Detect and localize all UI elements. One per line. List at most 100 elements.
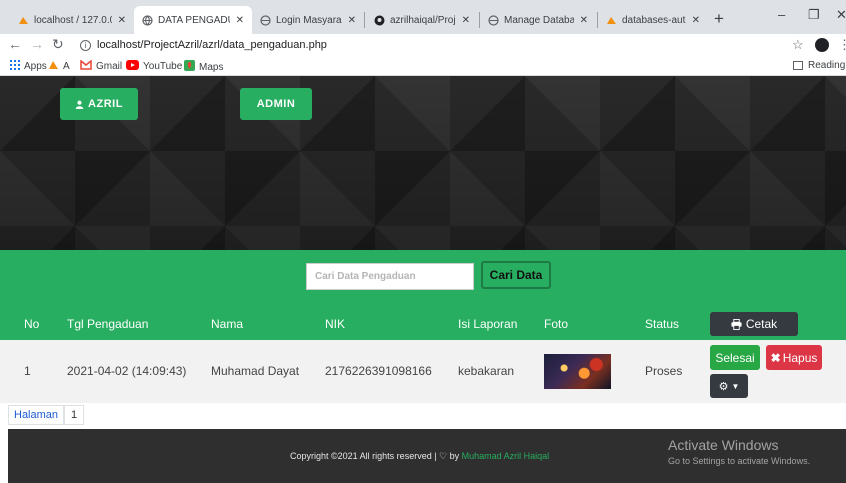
browser-toolbar: ← → ↻ i localhost/ProjectAzril/azrl/data… bbox=[0, 34, 846, 56]
tab-label: Login Masyarakat bbox=[276, 14, 342, 26]
reading-list[interactable]: Reading list bbox=[793, 60, 846, 71]
github-icon bbox=[374, 15, 385, 26]
bookmark-a[interactable]: A bbox=[48, 60, 70, 73]
minimize-icon[interactable]: – bbox=[778, 7, 785, 22]
settings-dropdown-button[interactable]: ⚙ ▼ bbox=[710, 374, 748, 398]
pagination: Halaman 1 bbox=[8, 405, 85, 425]
header-no: No bbox=[24, 317, 40, 331]
close-icon[interactable]: ✕ bbox=[692, 15, 700, 26]
bookmark-label: A bbox=[63, 61, 70, 72]
tab-label: azrilhaiqal/ProjectAz bbox=[390, 14, 456, 26]
header-isi: Isi Laporan bbox=[458, 317, 518, 331]
activate-windows-watermark: Activate Windows Go to Settings to activ… bbox=[668, 437, 810, 466]
bookmark-label: Maps bbox=[199, 61, 224, 73]
cetak-label: Cetak bbox=[745, 317, 778, 331]
profile-avatar-icon[interactable] bbox=[815, 38, 829, 52]
table-header: No Tgl Pengaduan Nama NIK Isi Laporan Fo… bbox=[0, 308, 846, 340]
hero-banner: AZRIL ADMIN bbox=[0, 76, 846, 250]
author-link[interactable]: Muhamad Azril Haiqal bbox=[462, 451, 550, 461]
admin-button-label: ADMIN bbox=[256, 98, 296, 110]
header-nik: NIK bbox=[325, 317, 346, 331]
tab-github[interactable]: azrilhaiqal/ProjectAz ✕ bbox=[366, 6, 478, 34]
admin-button[interactable]: ADMIN bbox=[240, 88, 312, 120]
caret-down-icon: ▼ bbox=[731, 381, 740, 391]
bookmark-maps[interactable]: Maps bbox=[184, 60, 223, 74]
address-bar[interactable]: i localhost/ProjectAzril/azrl/data_penga… bbox=[80, 36, 770, 54]
forward-arrow-icon[interactable]: → bbox=[30, 36, 44, 52]
maximize-icon[interactable]: ❐ bbox=[808, 7, 820, 23]
youtube-icon bbox=[126, 60, 139, 73]
times-icon: ✖ bbox=[770, 350, 781, 365]
search-button[interactable]: Cari Data bbox=[481, 261, 551, 289]
cell-tgl: 2021-04-02 (14:09:43) bbox=[67, 364, 187, 378]
pagination-label: Halaman bbox=[8, 405, 65, 425]
selesai-button[interactable]: Selesai bbox=[710, 345, 760, 370]
hapus-label: Hapus bbox=[782, 350, 818, 365]
close-icon[interactable]: ✕ bbox=[118, 15, 126, 26]
bookmark-star-icon[interactable]: ☆ bbox=[792, 37, 804, 53]
close-icon[interactable]: ✕ bbox=[236, 15, 244, 26]
bookmark-label: Gmail bbox=[96, 61, 123, 72]
tab-data-pengaduan[interactable]: DATA PENGADUAN ✕ bbox=[134, 6, 252, 34]
user-icon bbox=[75, 100, 84, 109]
bookmark-label: YouTube bbox=[143, 61, 183, 72]
bookmark-gmail[interactable]: Gmail bbox=[80, 59, 123, 73]
apps-grid-icon bbox=[10, 60, 20, 73]
cell-status: Proses bbox=[645, 364, 683, 378]
tab-phpmyadmin[interactable]: localhost / 127.0.0.1 ✕ bbox=[10, 6, 134, 34]
back-arrow-icon[interactable]: ← bbox=[8, 36, 22, 52]
url-text: localhost/ProjectAzril/azrl/data_pengadu… bbox=[97, 39, 327, 51]
user-button-label: AZRIL bbox=[88, 98, 123, 110]
report-photo[interactable] bbox=[544, 354, 611, 389]
phpmyadmin-icon bbox=[606, 15, 617, 26]
tab-label: databases-auth.000 bbox=[622, 14, 686, 26]
header-foto: Foto bbox=[544, 317, 569, 331]
page-link-1[interactable]: 1 bbox=[64, 405, 85, 425]
hapus-button[interactable]: ✖ Hapus bbox=[766, 345, 822, 370]
new-tab-button[interactable]: + bbox=[714, 9, 724, 29]
browser-tabstrip: localhost / 127.0.0.1 ✕ DATA PENGADUAN ✕… bbox=[0, 0, 846, 34]
watermark-line1: Activate Windows bbox=[668, 437, 779, 453]
globe-icon bbox=[488, 14, 499, 26]
menu-kebab-icon[interactable]: ⋮ bbox=[838, 37, 846, 53]
search-input[interactable] bbox=[306, 263, 474, 290]
bookmark-youtube[interactable]: YouTube bbox=[126, 60, 182, 73]
header-nama: Nama bbox=[211, 317, 244, 331]
maps-icon bbox=[184, 60, 195, 74]
copyright-text: Copyright ©2021 All rights reserved | ♡ … bbox=[290, 451, 460, 461]
globe-icon bbox=[142, 14, 153, 26]
bookmark-apps[interactable]: Apps bbox=[10, 60, 47, 73]
tab-label: localhost / 127.0.0.1 bbox=[34, 14, 112, 26]
footer-copyright: Copyright ©2021 All rights reserved | ♡ … bbox=[290, 451, 549, 462]
user-button[interactable]: AZRIL bbox=[60, 88, 138, 120]
bookmark-label: Apps bbox=[24, 61, 47, 72]
close-icon[interactable]: ✕ bbox=[462, 15, 470, 26]
reload-icon[interactable]: ↻ bbox=[52, 36, 64, 53]
header-status: Status bbox=[645, 317, 680, 331]
bookmarks-bar: Apps A Gmail YouTube Maps Reading list bbox=[0, 56, 846, 76]
cell-isi: kebakaran bbox=[458, 364, 515, 378]
footer: Copyright ©2021 All rights reserved | ♡ … bbox=[8, 429, 846, 483]
cell-nik: 2176226391098166 bbox=[325, 364, 432, 378]
info-icon[interactable]: i bbox=[80, 39, 91, 51]
window-close-icon[interactable]: ✕ bbox=[836, 7, 846, 23]
cetak-button[interactable]: Cetak bbox=[710, 312, 798, 336]
reading-list-icon bbox=[793, 61, 803, 70]
cell-nama: Muhamad Dayat bbox=[211, 364, 300, 378]
watermark-line2: Go to Settings to activate Windows. bbox=[668, 456, 811, 466]
printer-icon bbox=[731, 318, 742, 330]
close-icon[interactable]: ✕ bbox=[580, 15, 588, 26]
table-row: 1 2021-04-02 (14:09:43) Muhamad Dayat 21… bbox=[0, 340, 846, 403]
globe-icon bbox=[260, 14, 271, 26]
tab-manage-databases[interactable]: Manage Databases ✕ bbox=[480, 6, 596, 34]
reading-list-label: Reading list bbox=[808, 60, 846, 71]
phpmyadmin-icon bbox=[18, 15, 29, 26]
screen: localhost / 127.0.0.1 ✕ DATA PENGADUAN ✕… bbox=[0, 0, 846, 483]
phpmyadmin-icon bbox=[48, 60, 59, 73]
tab-login-masyarakat[interactable]: Login Masyarakat ✕ bbox=[252, 6, 364, 34]
gmail-icon bbox=[80, 59, 92, 73]
tab-separator bbox=[364, 12, 365, 28]
tab-databases-auth[interactable]: databases-auth.000 ✕ bbox=[598, 6, 708, 34]
cell-no: 1 bbox=[24, 364, 31, 378]
close-icon[interactable]: ✕ bbox=[348, 15, 356, 26]
